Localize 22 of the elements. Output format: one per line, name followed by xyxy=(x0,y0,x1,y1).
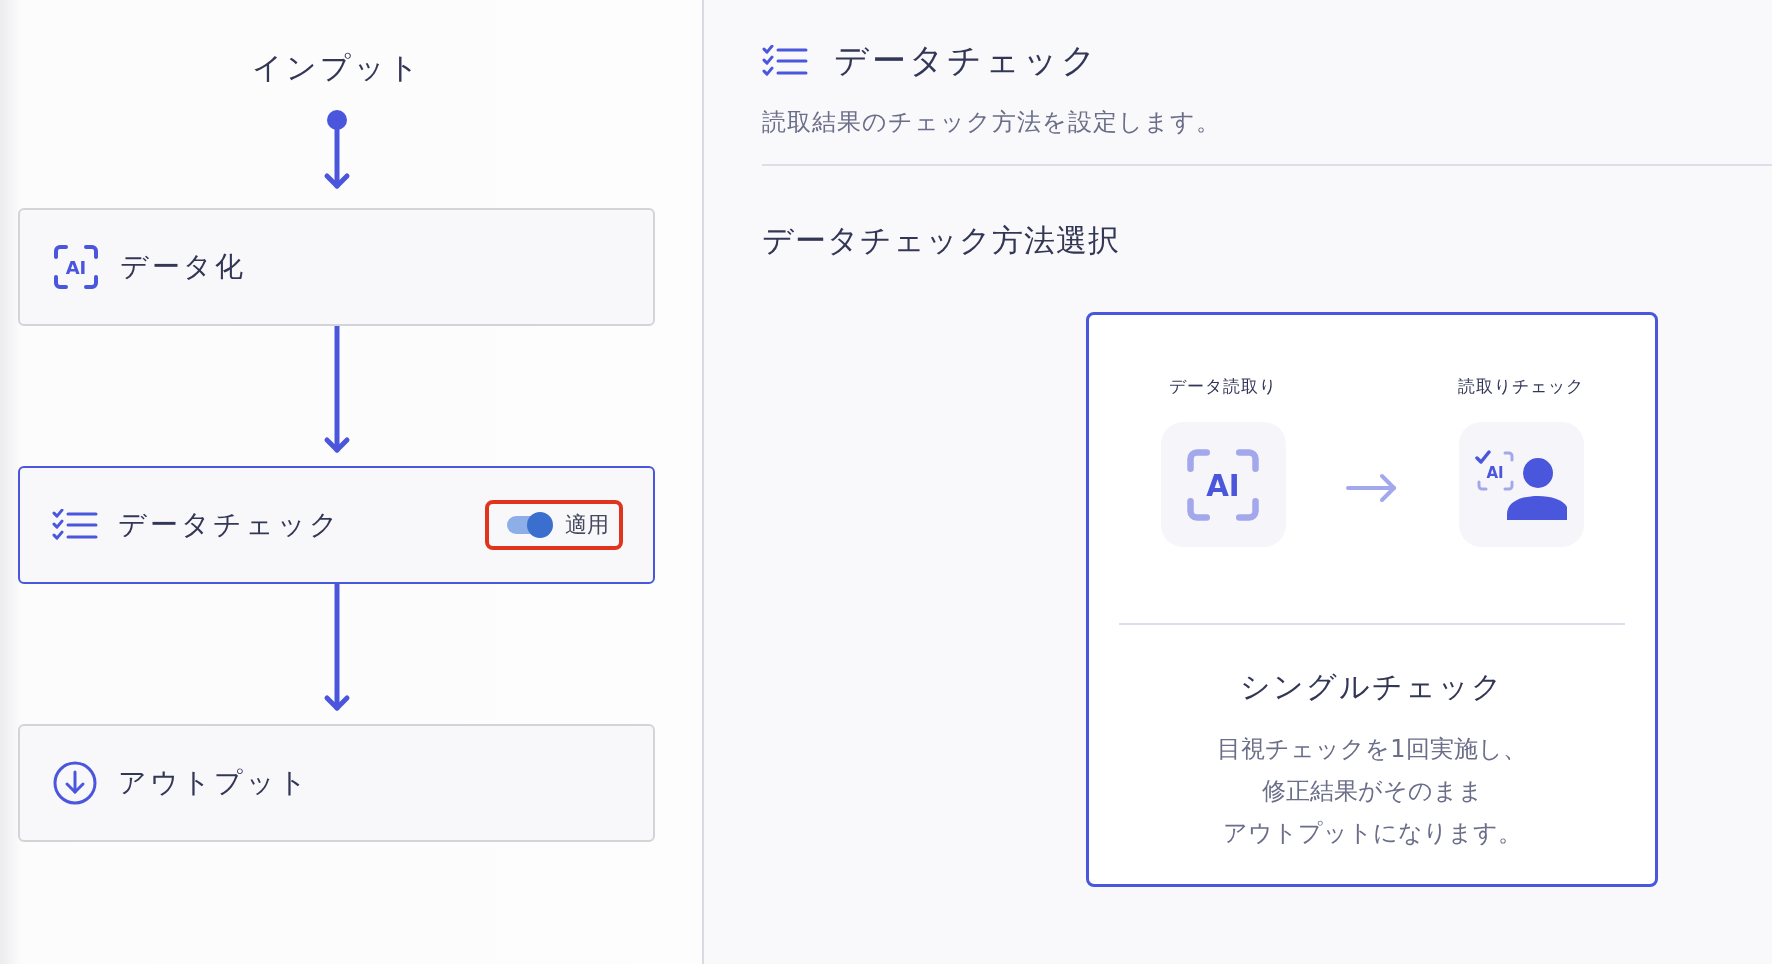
step-label: データ化 xyxy=(120,249,247,285)
stage-label: データ読取り xyxy=(1169,375,1277,398)
panel-description: 読取結果のチェック方法を設定します。 xyxy=(762,107,1222,138)
flow-step[interactable]: データチェック 適用 xyxy=(18,466,655,584)
download-icon xyxy=(52,760,98,806)
checklist-icon xyxy=(52,508,98,542)
input-label: インプット xyxy=(251,49,422,87)
apply-toggle[interactable]: 適用 xyxy=(507,510,609,540)
option-description: 目視チェックを1回実施し、 xyxy=(1217,734,1527,765)
option-card[interactable]: データ読取り AI 読取りチェック AI シングルチェック 目視チェックを1回実施し、 修正結果がそのまま アウトプットになります。 xyxy=(1086,312,1658,887)
flow-step[interactable]: AI データ化 xyxy=(18,208,655,326)
step-label: アウトプット xyxy=(118,765,311,801)
option-description: 修正結果がそのまま xyxy=(1261,776,1483,807)
panel-title: データチェック xyxy=(834,39,1099,82)
stage-label: 読取りチェック xyxy=(1458,375,1584,398)
option-title: シングルチェック xyxy=(1240,668,1504,706)
option-description: アウトプットになります。 xyxy=(1222,818,1522,849)
checklist-icon xyxy=(762,44,808,78)
step-label: データチェック xyxy=(118,507,342,543)
arrow-icon xyxy=(1346,473,1398,503)
section-title: データチェック方法選択 xyxy=(762,221,1121,260)
flow-step[interactable]: アウトプット xyxy=(18,724,655,842)
